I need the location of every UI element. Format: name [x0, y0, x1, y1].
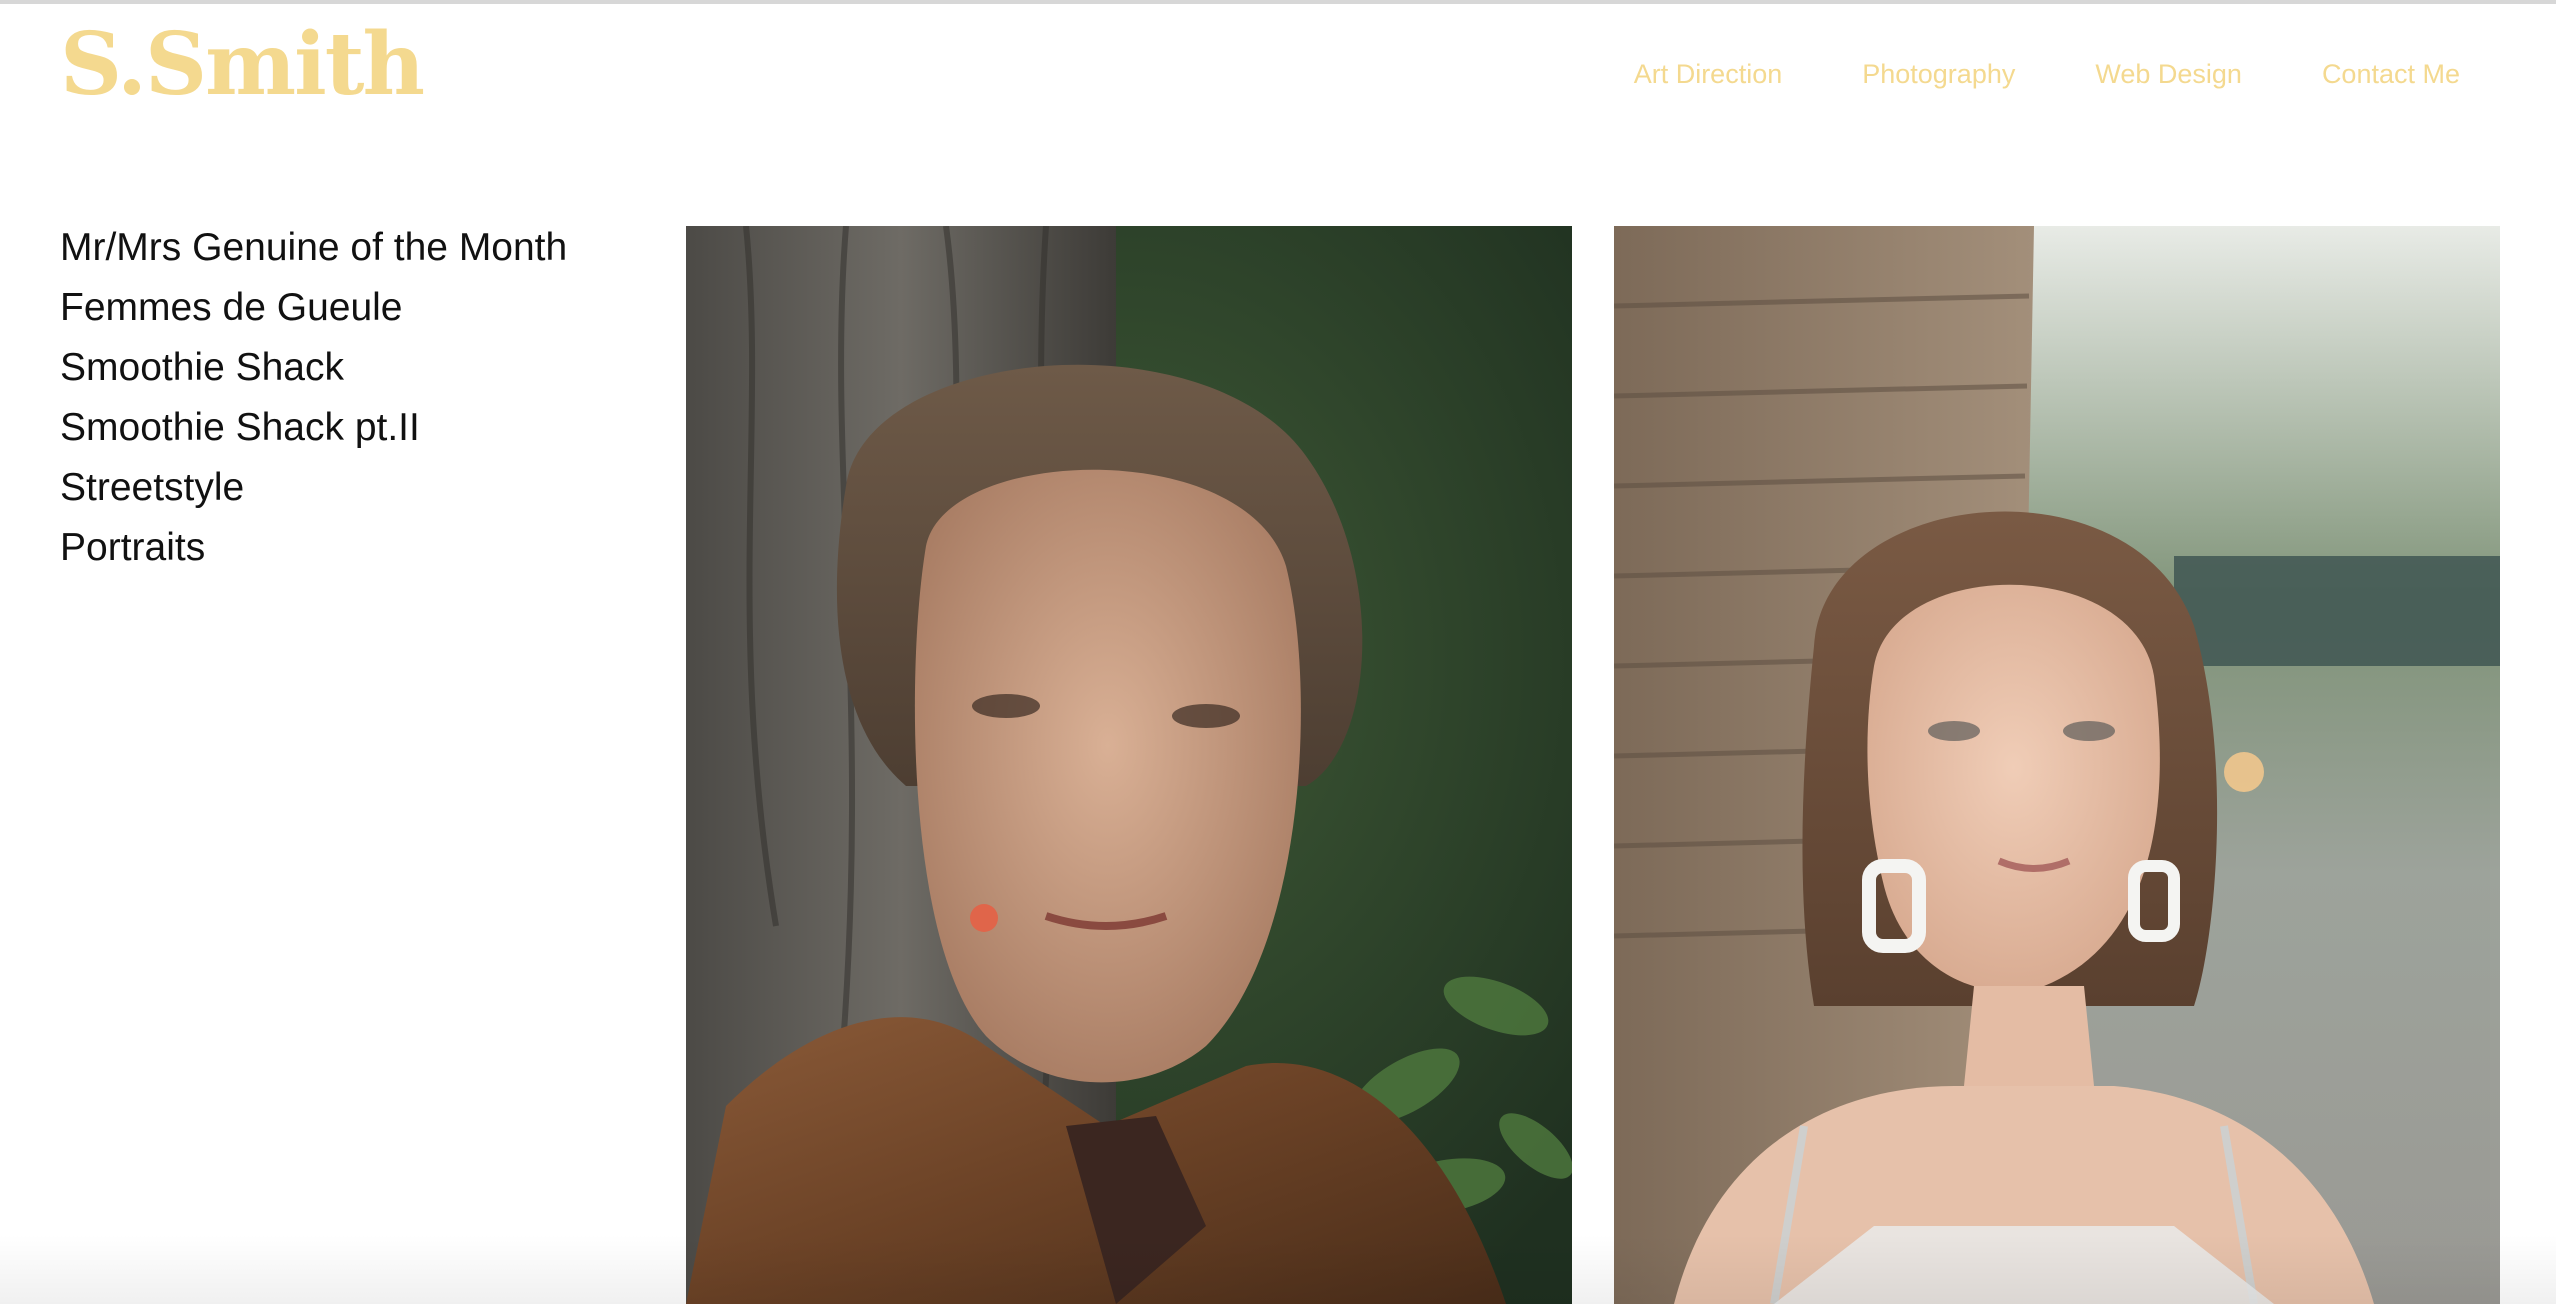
nav-art-direction[interactable]: Art Direction	[1634, 58, 1783, 90]
main-nav: Art Direction Photography Web Design Con…	[1634, 58, 2460, 90]
page: S.Smith Art Direction Photography Web De…	[0, 0, 2556, 1304]
portrait-older-woman-image	[686, 226, 1572, 1304]
project-link-smoothie-shack-pt2[interactable]: Smoothie Shack pt.II	[60, 406, 420, 449]
project-link-femmes-de-gueule[interactable]: Femmes de Gueule	[60, 286, 403, 329]
project-item: Smoothie Shack	[60, 338, 620, 398]
portrait-young-woman-image	[1614, 226, 2500, 1304]
project-link-mr-mrs-genuine[interactable]: Mr/Mrs Genuine of the Month	[60, 226, 567, 269]
project-item: Streetstyle	[60, 458, 620, 518]
project-item: Femmes de Gueule	[60, 278, 620, 338]
nav-web-design[interactable]: Web Design	[2095, 58, 2242, 90]
project-item: Smoothie Shack pt.II	[60, 398, 620, 458]
project-link-smoothie-shack[interactable]: Smoothie Shack	[60, 346, 344, 389]
project-item: Mr/Mrs Genuine of the Month	[60, 218, 620, 278]
project-list: Mr/Mrs Genuine of the Month Femmes de Gu…	[60, 218, 620, 578]
browser-top-border	[0, 0, 2556, 4]
gallery-photo-1[interactable]	[686, 226, 1572, 1304]
project-link-portraits[interactable]: Portraits	[60, 526, 205, 569]
nav-photography[interactable]: Photography	[1862, 58, 2015, 90]
project-item: Portraits	[60, 518, 620, 578]
gallery-photo-2[interactable]	[1614, 226, 2500, 1304]
nav-contact-me[interactable]: Contact Me	[2322, 58, 2460, 90]
project-link-streetstyle[interactable]: Streetstyle	[60, 466, 244, 509]
site-logo[interactable]: S.Smith	[60, 22, 425, 108]
